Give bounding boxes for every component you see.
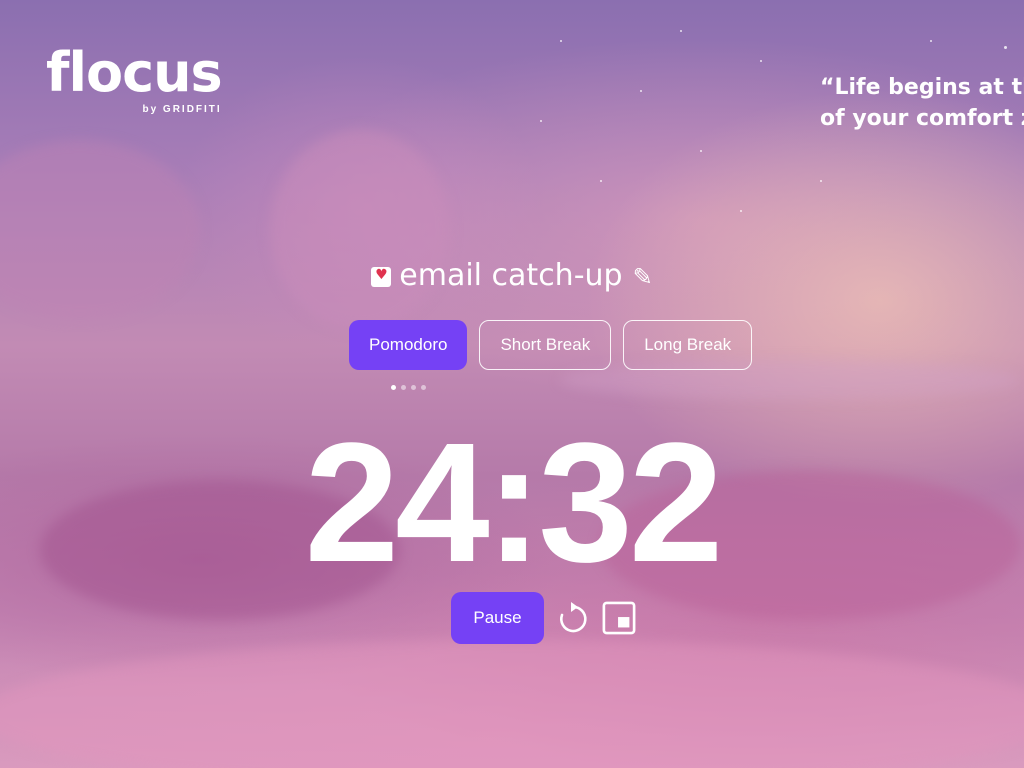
brand-logo[interactable]: flocus by GRIDFITI <box>46 41 223 116</box>
tab-long-break[interactable]: Long Break <box>623 320 753 370</box>
reset-icon[interactable] <box>556 601 590 635</box>
quote-line-2: of your comfort zone <box>820 106 1024 131</box>
motivational-quote: “Life begins at the en of your comfort z… <box>820 72 1024 134</box>
pencil-icon[interactable]: ✎ <box>633 263 653 291</box>
current-task: email catch-up ✎ <box>0 258 1024 293</box>
session-dot <box>391 385 396 390</box>
session-progress-dots <box>391 385 426 390</box>
session-dot <box>421 385 426 390</box>
tab-short-break[interactable]: Short Break <box>479 320 612 370</box>
cloud <box>270 130 450 330</box>
timer-controls: Pause <box>451 592 636 644</box>
brand-byline: by GRIDFITI <box>142 104 222 115</box>
timer-mode-tabs: Pomodoro Short Break Long Break <box>349 320 753 370</box>
heart-card-icon <box>371 266 392 287</box>
pause-button[interactable]: Pause <box>451 592 544 644</box>
picture-in-picture-icon[interactable] <box>602 601 636 635</box>
quote-line-1: “Life begins at the en <box>820 75 1024 100</box>
cloud <box>0 140 200 320</box>
timer-display: 24:32 <box>304 408 724 598</box>
session-dot <box>401 385 406 390</box>
task-label: email catch-up <box>399 258 623 293</box>
tab-pomodoro[interactable]: Pomodoro <box>349 320 468 370</box>
session-dot <box>411 385 416 390</box>
brand-name: flocus <box>46 41 223 104</box>
cloud <box>0 640 1024 768</box>
